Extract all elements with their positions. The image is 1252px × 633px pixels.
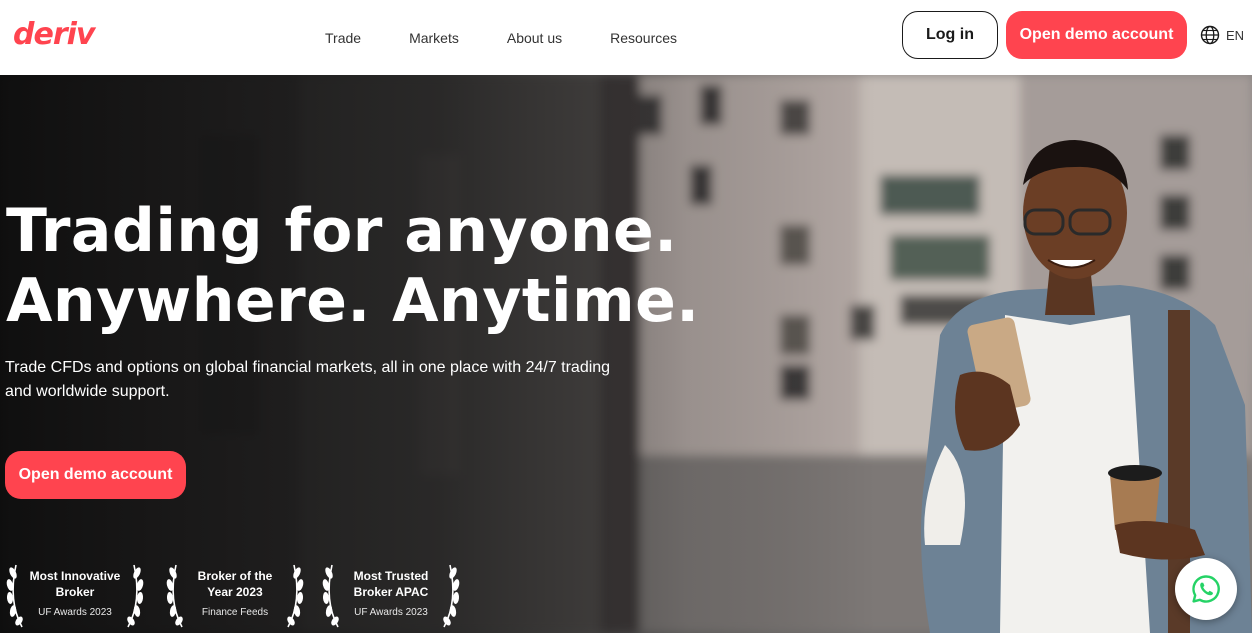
award-text: Broker of the Year 2023 Finance Feeds — [198, 568, 273, 620]
hero-background-image — [0, 75, 1252, 633]
whatsapp-chat-button[interactable] — [1175, 558, 1237, 620]
nav-about-us[interactable]: About us — [507, 28, 562, 48]
language-code: EN — [1226, 27, 1245, 43]
award-title-line-2: Year 2023 — [207, 585, 263, 599]
nav-markets[interactable]: Markets — [409, 28, 459, 48]
laurel-left-icon — [322, 564, 339, 628]
top-header: deriv Trade Markets About us Resources L… — [0, 0, 1252, 75]
open-demo-account-button[interactable]: Open demo account — [1006, 11, 1187, 59]
award-source: UF Awards 2023 — [38, 607, 112, 618]
hero-title-line-1: Trading for anyone. — [6, 196, 678, 266]
login-button[interactable]: Log in — [902, 11, 998, 59]
nav-trade[interactable]: Trade — [325, 28, 361, 48]
whatsapp-icon — [1192, 575, 1220, 603]
laurel-right-icon — [443, 564, 460, 628]
award-title-line-1: Most Trusted — [353, 569, 429, 583]
main-nav: Trade Markets About us Resources — [325, 0, 725, 75]
award-source: Finance Feeds — [201, 607, 269, 618]
award-title-line-2: Broker APAC — [353, 585, 429, 599]
page: deriv Trade Markets About us Resources L… — [0, 0, 1252, 633]
hero-subtitle: Trade CFDs and options on global financi… — [5, 359, 611, 400]
award-title-line-2: Broker — [55, 585, 95, 599]
award-title: Most Innovative Broker — [30, 568, 121, 600]
award-source: UF Awards 2023 — [354, 607, 428, 618]
award-text: Most Trusted Broker APAC UF Awards 2023 — [354, 568, 429, 620]
hero-open-demo-account-button[interactable]: Open demo account — [5, 451, 186, 499]
language-selector[interactable]: EN — [1200, 24, 1244, 46]
globe-icon — [1200, 25, 1220, 45]
laurel-right-icon — [127, 564, 144, 628]
hero-title-line-2: Anywhere. Anytime. — [6, 266, 700, 336]
laurel-right-icon — [287, 564, 304, 628]
award-text: Most Innovative Broker UF Awards 2023 — [30, 568, 121, 620]
nav-resources[interactable]: Resources — [610, 28, 677, 48]
laurel-left-icon — [6, 564, 23, 628]
deriv-logo[interactable]: deriv — [13, 18, 95, 52]
award-badge: Most Trusted Broker APAC UF Awards 2023 — [322, 559, 460, 629]
award-title: Broker of the Year 2023 — [198, 568, 273, 600]
laurel-left-icon — [166, 564, 183, 628]
award-title-line-1: Most Innovative — [29, 569, 121, 583]
hero-section: Trading for anyone. Anywhere. Anytime. T… — [0, 75, 1252, 633]
award-title: Most Trusted Broker APAC — [354, 568, 429, 600]
hero-title: Trading for anyone. Anywhere. Anytime. — [6, 196, 700, 336]
award-title-line-1: Broker of the — [197, 569, 273, 583]
award-badge: Most Innovative Broker UF Awards 2023 — [6, 559, 144, 629]
award-badge: Broker of the Year 2023 Finance Feeds — [166, 559, 304, 629]
